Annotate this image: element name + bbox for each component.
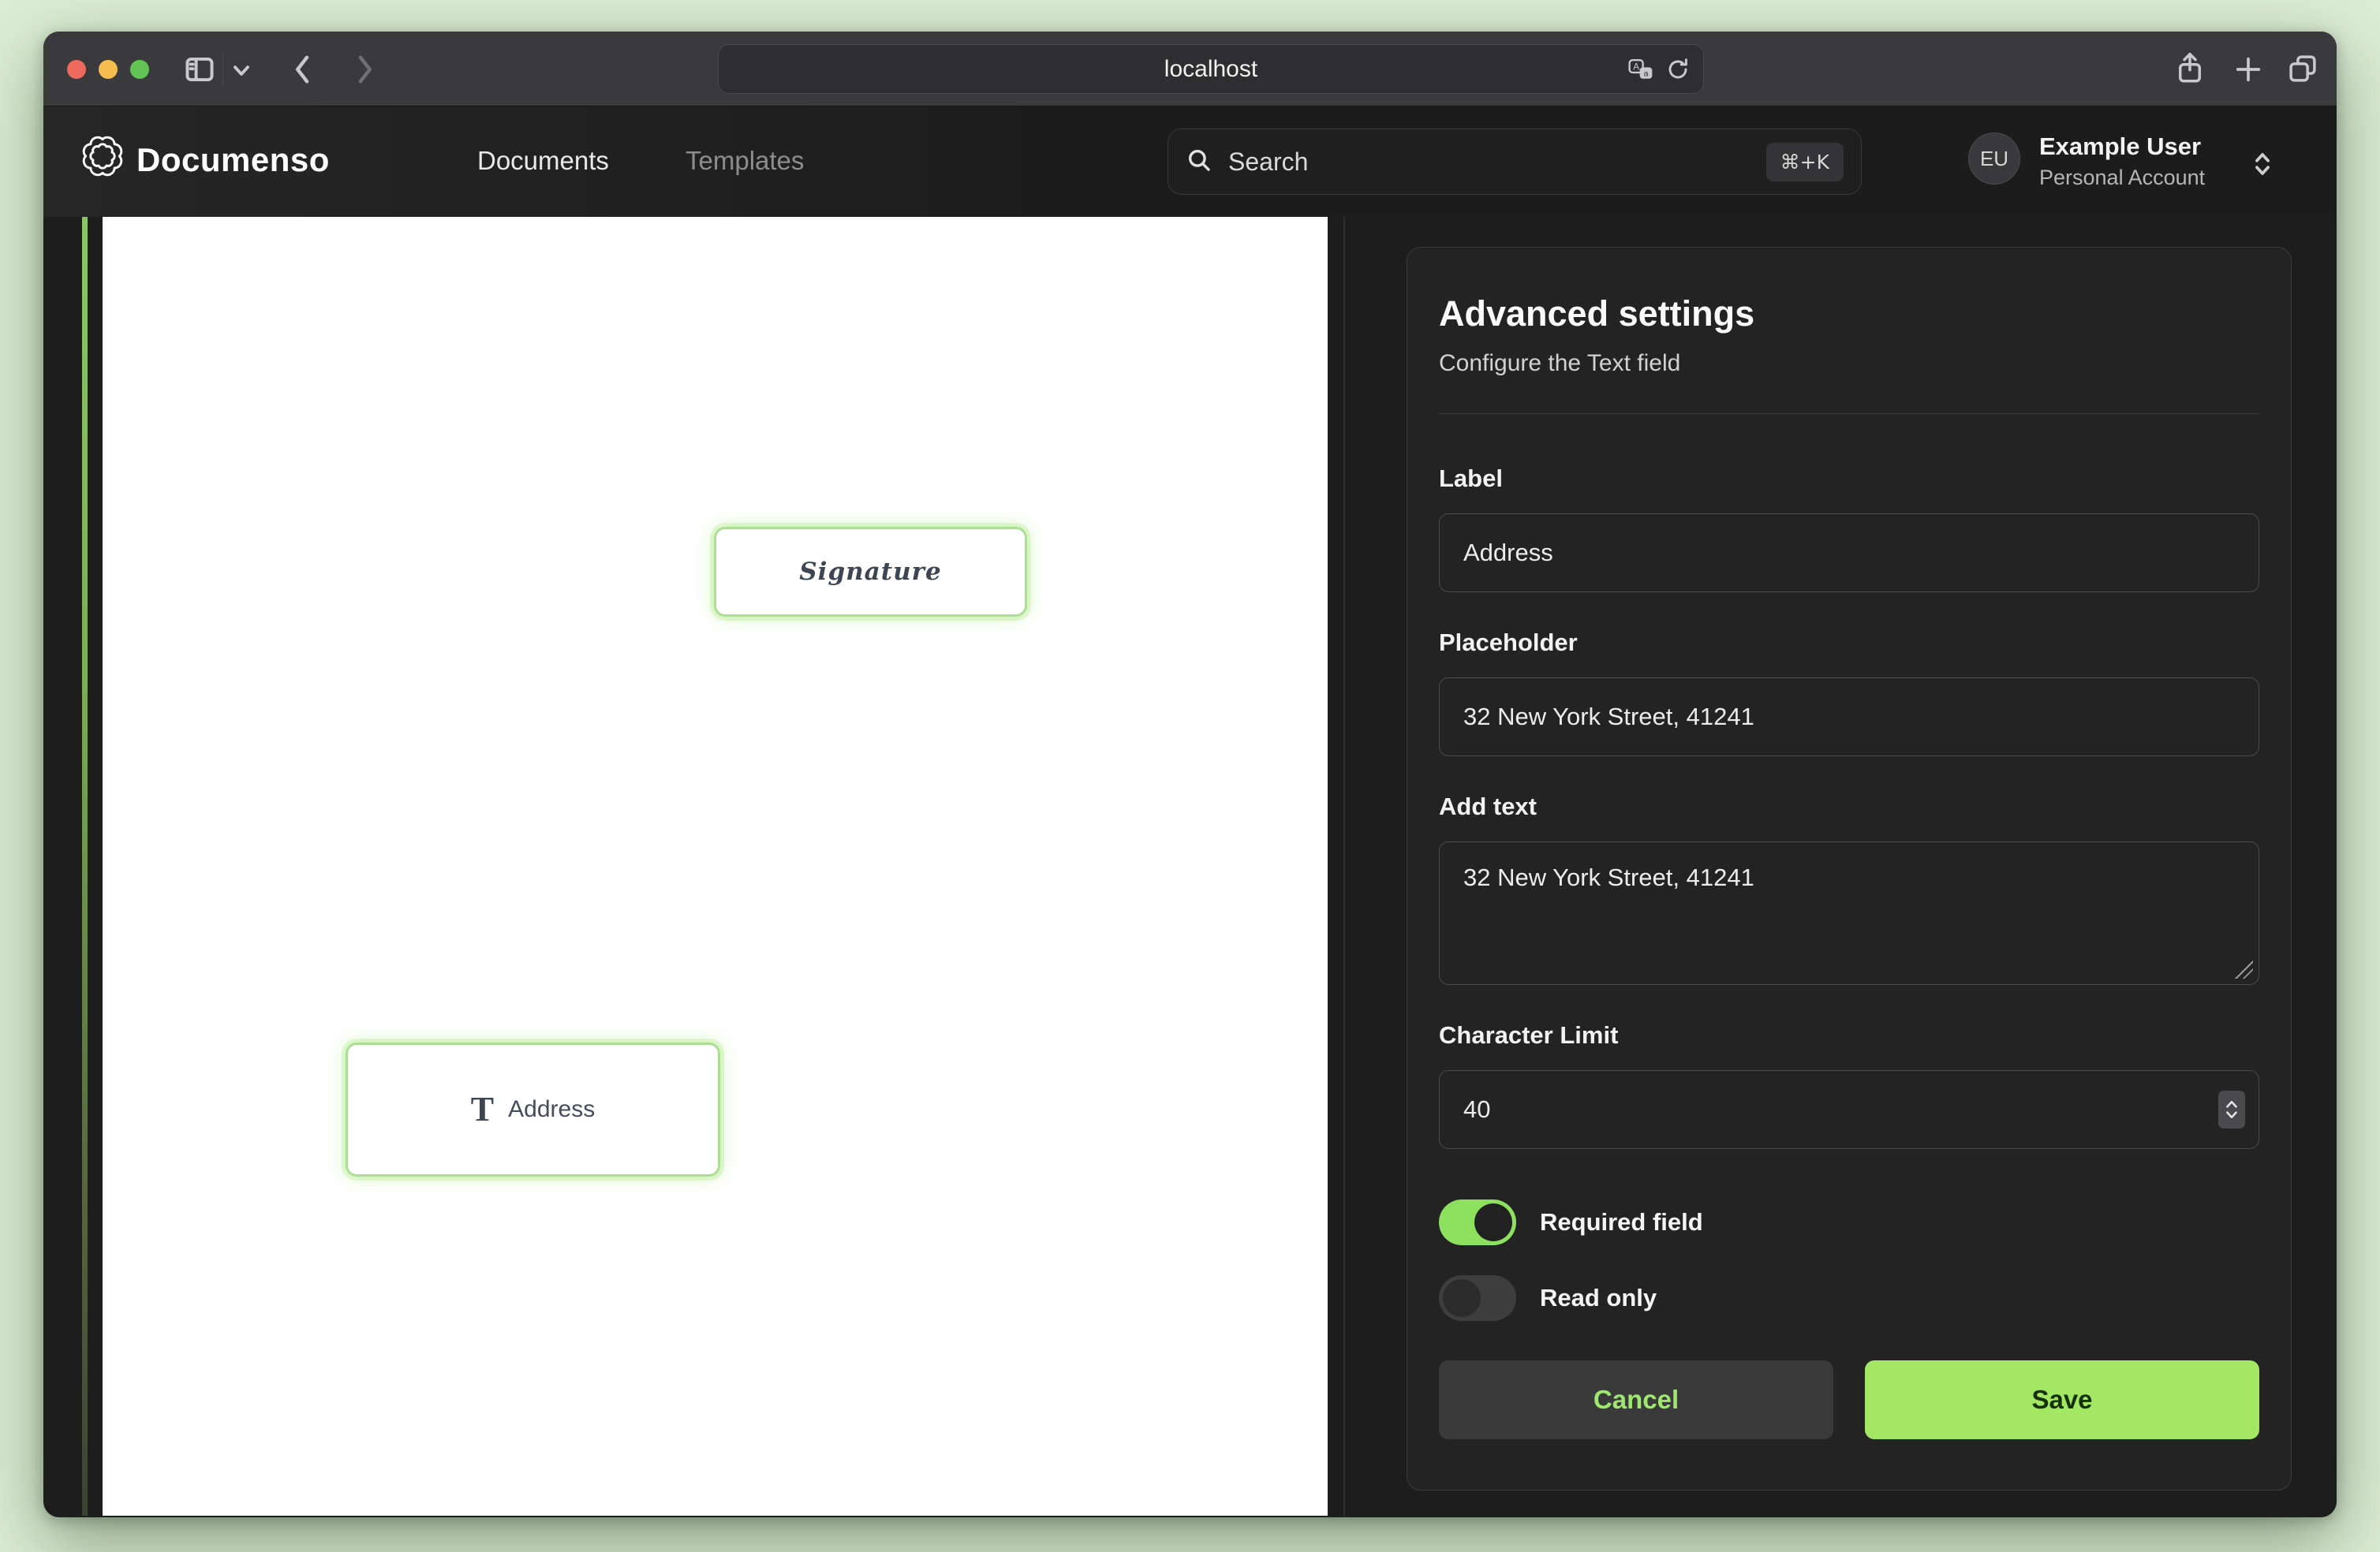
toggle-knob — [1443, 1279, 1481, 1317]
cancel-button[interactable]: Cancel — [1439, 1360, 1833, 1439]
chevrons-up-down-icon[interactable] — [2249, 148, 2276, 184]
back-button[interactable] — [290, 52, 316, 87]
label-input[interactable] — [1439, 513, 2259, 592]
search-placeholder: Search — [1228, 147, 1750, 177]
reload-icon[interactable] — [1665, 57, 1691, 82]
advanced-settings-panel: Advanced settings Configure the Text fie… — [1407, 247, 2292, 1490]
add-text-textarea[interactable]: 32 New York Street, 41241 — [1439, 841, 2259, 985]
search-shortcut-badge: ⌘+K — [1766, 143, 1844, 181]
url-text: localhost — [1164, 56, 1257, 83]
save-button[interactable]: Save — [1865, 1360, 2259, 1439]
user-name[interactable]: Example User — [2039, 132, 2201, 161]
zoom-button[interactable] — [130, 60, 149, 79]
text-field-address[interactable]: T Address — [346, 1043, 720, 1177]
accent-line — [82, 217, 88, 1516]
content-divider — [1343, 217, 1345, 1517]
stepper-down-icon — [2225, 1110, 2239, 1120]
translate-icon[interactable]: A a — [1627, 58, 1654, 81]
user-account-type: Personal Account — [2039, 166, 2205, 190]
document-page — [103, 217, 1328, 1516]
forward-button[interactable] — [351, 52, 378, 87]
avatar[interactable]: EU — [1968, 132, 2020, 185]
svg-text:A: A — [1633, 62, 1639, 72]
text-field-label: Address — [508, 1096, 595, 1123]
required-field-toggle[interactable] — [1439, 1199, 1516, 1245]
panel-actions: Cancel Save — [1439, 1360, 2259, 1439]
placeholder-input[interactable] — [1439, 677, 2259, 756]
address-bar[interactable]: localhost A a — [718, 44, 1704, 94]
read-only-label: Read only — [1540, 1284, 1657, 1312]
text-icon: T — [471, 1092, 494, 1127]
character-limit-label: Character Limit — [1439, 1021, 2259, 1050]
required-field-label: Required field — [1540, 1208, 1703, 1237]
character-limit-wrap — [1439, 1070, 2259, 1149]
minimize-button[interactable] — [99, 60, 118, 79]
read-only-row: Read only — [1439, 1275, 2259, 1321]
tab-overview-icon[interactable] — [2286, 52, 2319, 85]
character-limit-input[interactable] — [1439, 1070, 2259, 1149]
add-text-wrap: 32 New York Street, 41241 — [1439, 841, 2259, 985]
new-tab-icon[interactable] — [2232, 54, 2264, 85]
signature-field-label: Signature — [799, 558, 941, 586]
documenso-logo-icon[interactable] — [81, 135, 124, 181]
toggle-knob — [1474, 1203, 1512, 1241]
panel-divider — [1439, 413, 2259, 414]
sidebar-toggle-icon[interactable] — [184, 55, 215, 84]
stepper-up-icon — [2225, 1099, 2239, 1109]
read-only-toggle[interactable] — [1439, 1275, 1516, 1321]
nav-documents[interactable]: Documents — [477, 146, 609, 176]
placeholder-field-label: Placeholder — [1439, 629, 2259, 657]
panel-title: Advanced settings — [1439, 293, 2259, 334]
add-text-label: Add text — [1439, 793, 2259, 821]
required-field-row: Required field — [1439, 1199, 2259, 1245]
number-stepper[interactable] — [2218, 1091, 2245, 1129]
brand-name[interactable]: Documenso — [136, 141, 330, 179]
search-input[interactable]: Search ⌘+K — [1168, 129, 1862, 195]
close-button[interactable] — [67, 60, 86, 79]
search-icon — [1186, 147, 1212, 177]
label-field-label: Label — [1439, 464, 2259, 493]
svg-text:a: a — [1644, 69, 1649, 78]
share-icon[interactable] — [2173, 50, 2206, 87]
toolbar-divider — [222, 54, 223, 85]
signature-field[interactable]: Signature — [714, 527, 1027, 617]
panel-subtitle: Configure the Text field — [1439, 350, 2259, 377]
browser-toolbar: localhost A a — [43, 32, 2337, 106]
browser-window: localhost A a — [43, 32, 2337, 1517]
nav-templates[interactable]: Templates — [686, 146, 804, 176]
chevron-down-icon[interactable] — [231, 65, 252, 77]
